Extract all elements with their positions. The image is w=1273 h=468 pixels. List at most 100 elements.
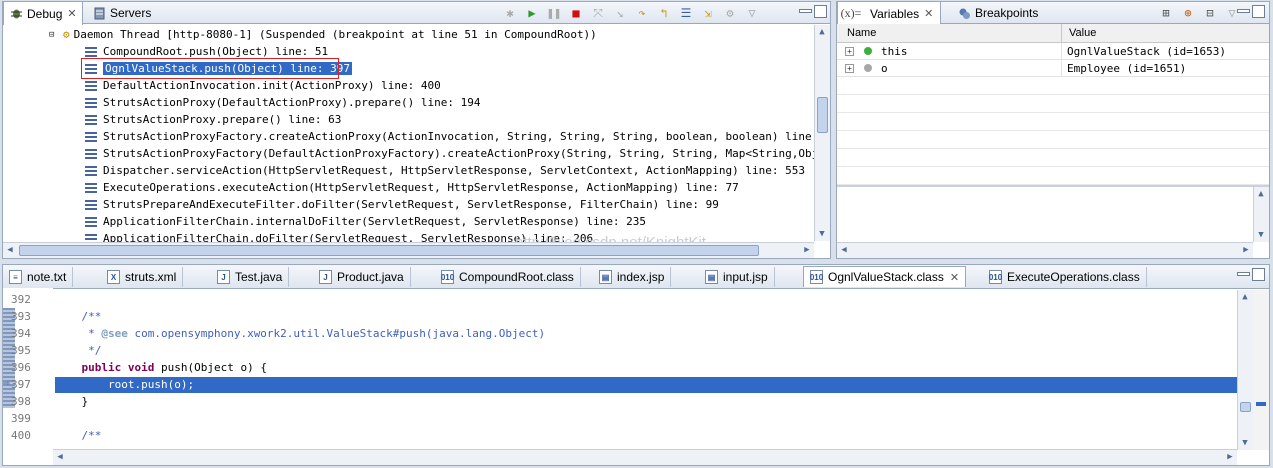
- minimize-icon[interactable]: [799, 9, 812, 13]
- editor-tab-label: Test.java: [235, 270, 283, 284]
- drop-to-frame-icon[interactable]: ☰: [677, 4, 695, 22]
- tab-debug[interactable]: Debug ✕: [3, 2, 83, 25]
- scroll-thumb[interactable]: [19, 245, 759, 256]
- step-return-icon[interactable]: ↰: [655, 4, 673, 22]
- scroll-down-icon[interactable]: ▼: [1254, 228, 1268, 242]
- expand-icon[interactable]: +: [845, 64, 854, 73]
- stack-frame-row[interactable]: StrutsActionProxyFactory(DefaultActionPr…: [85, 145, 831, 162]
- debug-horizontal-scrollbar[interactable]: ◀ ▶: [3, 242, 814, 258]
- line-number: 398: [11, 395, 31, 408]
- scroll-right-icon[interactable]: ▶: [1223, 450, 1237, 464]
- editor-vertical-scrollbar[interactable]: ▲ ▼: [1237, 290, 1253, 450]
- remove-terminated-icon[interactable]: ✱: [501, 4, 519, 22]
- tab-debug-label: Debug: [27, 6, 63, 21]
- stack-frame-row[interactable]: ApplicationFilterChain.internalDoFilter(…: [85, 213, 646, 230]
- editor-tab[interactable]: ▤ index.jsp: [593, 267, 672, 287]
- resume-icon[interactable]: ▶: [523, 4, 541, 22]
- code-line[interactable]: /**: [55, 429, 101, 442]
- debug-vertical-scrollbar[interactable]: ▲ ▼: [814, 25, 830, 241]
- terminate-icon[interactable]: ■: [567, 4, 585, 22]
- view-menu-icon[interactable]: ▽: [743, 4, 761, 22]
- tab-servers[interactable]: Servers: [86, 2, 157, 24]
- details-horizontal-scrollbar[interactable]: ◀ ▶: [837, 242, 1253, 258]
- stack-frame-row[interactable]: StrutsActionProxy(DefaultActionProxy).pr…: [85, 94, 481, 111]
- stack-frame-row[interactable]: StrutsActionProxyFactory.createActionPro…: [85, 128, 831, 145]
- code-line[interactable]: }: [55, 395, 88, 408]
- editor-tab[interactable]: 010 OgnlValueStack.class ✕: [803, 266, 967, 287]
- variables-view: (x)= Variables ✕ Breakpoints ⊞ ⊕ ⊟ ▽ Nam…: [836, 1, 1270, 259]
- variable-row[interactable]: + o Employee (id=1651): [837, 60, 1269, 77]
- close-icon[interactable]: ✕: [924, 7, 933, 20]
- tab-breakpoints[interactable]: Breakpoints: [951, 2, 1044, 24]
- editor-tab[interactable]: J Product.java: [313, 267, 411, 287]
- step-over-icon[interactable]: ↷: [633, 4, 651, 22]
- column-divider[interactable]: [1061, 24, 1062, 43]
- debug-tabbar: Debug ✕ Servers ✱ ▶ ❚❚ ■ ⤧ ↘ ↷ ↰ ☰ ⇲ ⚙ ▽: [3, 2, 830, 25]
- tab-variables[interactable]: (x)= Variables ✕: [837, 2, 941, 25]
- minimize-icon[interactable]: [1237, 272, 1250, 276]
- window-controls: [1237, 268, 1265, 281]
- stack-frame-row[interactable]: Dispatcher.serviceAction(HttpServletRequ…: [85, 162, 805, 179]
- column-name-header[interactable]: Name: [847, 27, 876, 39]
- threads-icon[interactable]: ⚙: [721, 4, 739, 22]
- stack-frame-label: StrutsActionProxyFactory(DefaultActionPr…: [103, 147, 831, 160]
- editor-tab[interactable]: Xstruts.xml: [101, 267, 184, 287]
- scroll-down-icon[interactable]: ▼: [815, 227, 829, 241]
- collapse-icon[interactable]: ⊟: [49, 30, 59, 40]
- details-vertical-scrollbar[interactable]: ▲ ▼: [1253, 187, 1269, 242]
- scroll-up-icon[interactable]: ▲: [1238, 290, 1252, 304]
- stack-frame-label: StrutsActionProxyFactory.createActionPro…: [103, 130, 831, 143]
- scroll-right-icon[interactable]: ▶: [1239, 243, 1253, 257]
- use-step-filters-icon[interactable]: ⇲: [699, 4, 717, 22]
- code-line[interactable]: root.push(o);: [55, 378, 194, 391]
- editor-tab[interactable]: 010 ExecuteOperations.class: [983, 267, 1147, 287]
- editor-horizontal-scrollbar[interactable]: ◀ ▶: [53, 449, 1237, 465]
- scroll-right-icon[interactable]: ▶: [800, 243, 814, 257]
- maximize-icon[interactable]: [1252, 5, 1265, 18]
- scroll-up-icon[interactable]: ▲: [1254, 187, 1268, 201]
- expand-icon[interactable]: +: [845, 47, 854, 56]
- thread-row[interactable]: ⊟ ⚙ Daemon Thread [http-8080-1] (Suspend…: [49, 26, 597, 43]
- editor-tab[interactable]: J Test.java: [211, 267, 290, 287]
- scroll-down-icon[interactable]: ▼: [1238, 436, 1252, 450]
- column-value-header[interactable]: Value: [1069, 27, 1096, 39]
- maximize-icon[interactable]: [814, 5, 827, 18]
- stack-frame-label: ApplicationFilterChain.internalDoFilter(…: [103, 215, 647, 228]
- stack-frame-row[interactable]: DefaultActionInvocation.init(ActionProxy…: [85, 77, 441, 94]
- stack-frame-row[interactable]: StrutsPrepareAndExecuteFilter.doFilter(S…: [85, 196, 719, 213]
- editor-tab[interactable]: ≡ note.txt: [3, 267, 74, 287]
- code-line[interactable]: */: [55, 344, 101, 357]
- variables-tabbar: (x)= Variables ✕ Breakpoints ⊞ ⊕ ⊟ ▽: [837, 2, 1269, 25]
- show-type-names-icon[interactable]: ⊞: [1157, 4, 1175, 22]
- stack-frame-row[interactable]: StrutsActionProxy.prepare() line: 63: [85, 111, 341, 128]
- scroll-left-icon[interactable]: ◀: [837, 243, 851, 257]
- scroll-thumb[interactable]: [817, 97, 828, 133]
- scroll-up-icon[interactable]: ▲: [815, 25, 829, 39]
- disconnect-icon[interactable]: ⤧: [589, 4, 607, 22]
- step-into-icon[interactable]: ↘: [611, 4, 629, 22]
- code-line[interactable]: * @see com.opensymphony.xwork2.util.Valu…: [55, 327, 545, 340]
- editor-tab-label: CompoundRoot.class: [459, 270, 574, 284]
- scroll-left-icon[interactable]: ◀: [53, 450, 67, 464]
- maximize-icon[interactable]: [1252, 268, 1265, 281]
- editor-tab[interactable]: ▤ input.jsp: [699, 267, 775, 287]
- field-icon: [864, 47, 872, 55]
- scroll-thumb[interactable]: [1240, 402, 1251, 412]
- field-icon: [864, 64, 872, 72]
- minimize-icon[interactable]: [1237, 9, 1250, 13]
- close-icon[interactable]: ✕: [67, 7, 76, 20]
- details-divider: [837, 185, 1269, 187]
- editor-tab[interactable]: 010 CompoundRoot.class: [435, 267, 581, 287]
- code-line[interactable]: public void push(Object o) {: [55, 361, 267, 374]
- variable-row[interactable]: + this OgnlValueStack (id=1653): [837, 43, 1269, 60]
- show-logical-structure-icon[interactable]: ⊕: [1179, 4, 1197, 22]
- code-line[interactable]: /**: [55, 310, 101, 323]
- stack-frame-icon: [85, 46, 97, 57]
- collapse-all-icon[interactable]: ⊟: [1201, 4, 1219, 22]
- stack-frame-row[interactable]: ExecuteOperations.executeAction(HttpServ…: [85, 179, 739, 196]
- close-icon[interactable]: ✕: [950, 271, 959, 284]
- scroll-left-icon[interactable]: ◀: [3, 243, 17, 257]
- suspend-icon[interactable]: ❚❚: [545, 4, 563, 22]
- editor-tab-label: Product.java: [337, 270, 404, 284]
- line-number: 397: [11, 378, 31, 391]
